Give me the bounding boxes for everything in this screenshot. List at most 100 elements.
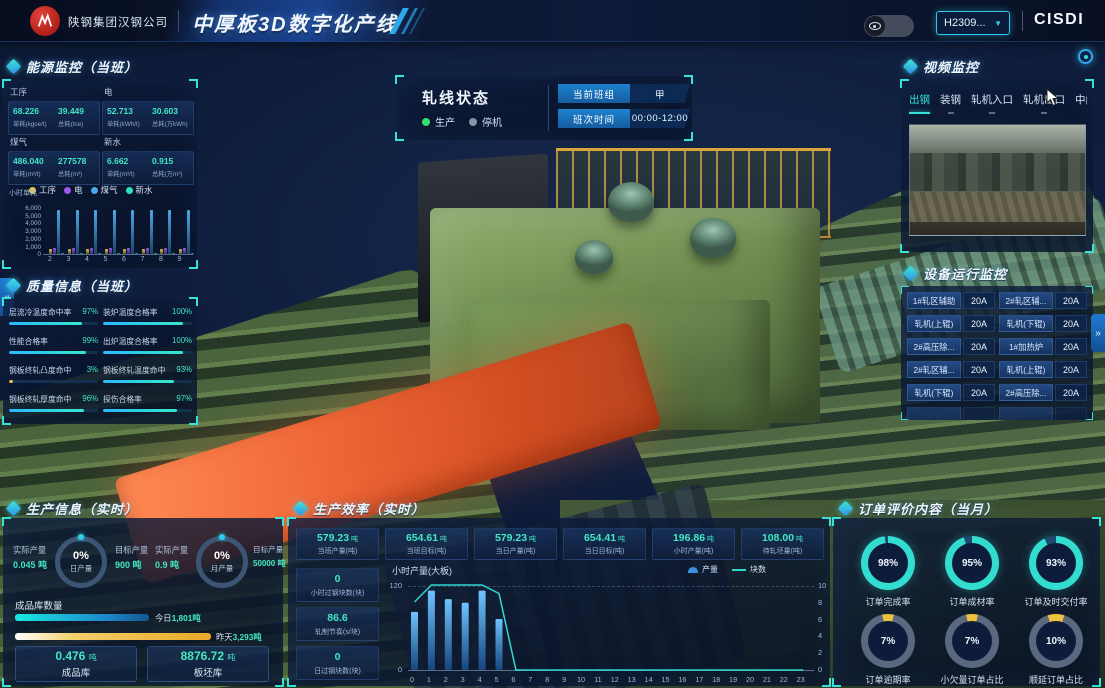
shift-time-pill: 班次时间 00:00-12:00 <box>558 109 690 128</box>
camera-feed-machinery <box>910 153 1085 191</box>
energy-group-name: 煤气 <box>10 136 100 148</box>
tab-indicator <box>989 112 995 114</box>
x-tick: 6 <box>116 256 132 263</box>
target-output-label: 目标产量 <box>253 544 283 555</box>
energy-value: 39.449 <box>58 106 97 116</box>
production-panel-title: 生产信息（实时） <box>8 499 138 517</box>
bar-煤气 <box>76 210 79 254</box>
slab-stock-card: 8876.72 吨 板坯库 <box>147 646 269 682</box>
cisdi-logo: CISDI <box>1034 11 1084 29</box>
x-axis-tick: 17 <box>691 675 707 684</box>
device-label: 2#轧区辅... <box>999 292 1053 309</box>
actual-output-value: 0.9 吨 <box>155 558 179 571</box>
eye-icon <box>865 16 885 36</box>
camera-tab-中间冷[interactable]: 中间冷 <box>1075 92 1087 114</box>
divider <box>548 85 549 131</box>
stat-label: 当班目标(吨) <box>386 546 467 556</box>
energy-bar-chart: 小时单耗 6,0005,0004,0003,0002,0001,00002345… <box>9 198 193 264</box>
stat-label: 当班产量(吨) <box>297 546 378 556</box>
x-axis-tick: 9 <box>556 675 572 684</box>
device-label: 轧机(上辊) <box>999 361 1053 378</box>
right-collapse-tab[interactable]: » <box>1091 314 1105 352</box>
visibility-toggle[interactable] <box>864 15 914 37</box>
energy-group: 工序 68.226 单耗(kgce/t) 39.449 总耗(tce) <box>8 86 100 135</box>
quality-panel-title: 质量信息（当班） <box>8 276 138 294</box>
production-panel: 实际产量 0.045 吨 0% 日产量 目标产量 900 吨 实际产量 0.9 … <box>3 518 283 686</box>
batch-select-dropdown[interactable]: H2309... ▼ <box>936 11 1010 35</box>
energy-chart-axis <box>43 254 193 255</box>
donut-value: 7% <box>868 621 908 661</box>
device-readout: 1#轧区辅助 20A <box>907 292 995 309</box>
device-readout: 2#轧区辅... 20A <box>907 361 995 378</box>
diamond-icon <box>293 500 309 516</box>
quality-progress-fill <box>103 380 174 383</box>
quality-progress-track <box>103 351 192 354</box>
stat-unit: 吨 <box>349 536 358 543</box>
device-panel: 1#轧区辅助 20A 2#轧区辅... 20A 轧机(上辊) 20A 轧机(下辊… <box>901 286 1093 420</box>
donut-label: 订单成材率 <box>924 595 1020 608</box>
x-axis-tick: 10 <box>573 675 589 684</box>
bar-新水 <box>172 253 175 255</box>
quality-progress-track <box>9 322 98 325</box>
x-axis-tick: 22 <box>776 675 792 684</box>
bar-煤气 <box>150 210 153 254</box>
stat-unit: 吨 <box>438 536 447 543</box>
energy-value-label: 总耗(万m³) <box>152 169 191 178</box>
quality-label: 出炉温度合格率 <box>103 336 158 347</box>
daily-output-gauge: 0% 日产量 <box>55 536 107 588</box>
quality-label: 钢板终轧凸度命中 <box>9 365 71 376</box>
hourly-bar <box>411 612 418 670</box>
energy-value: 6.662 <box>107 156 146 166</box>
stat-value: 0 <box>297 651 378 663</box>
energy-value-label: 单耗(m³/t) <box>107 169 146 178</box>
diamond-icon <box>838 500 854 516</box>
efficiency-stat: 579.23 吨 当日产量(吨) <box>474 528 557 560</box>
efficiency-stat: 579.23 吨 当班产量(吨) <box>296 528 379 560</box>
quality-value: 96% <box>82 394 98 405</box>
bar-工序 <box>86 249 89 254</box>
energy-value-label: 单耗(m³/t) <box>13 169 52 178</box>
hourly-bar <box>496 619 503 670</box>
efficiency-side-stat: 0 日过钢块数(块) <box>296 646 379 680</box>
x-axis-tick: 2 <box>438 675 454 684</box>
energy-value: 30.603 <box>152 106 191 116</box>
quality-label: 钢板终轧温度命中 <box>103 365 165 376</box>
header-divider <box>1022 11 1023 31</box>
efficiency-panel: 579.23 吨 当班产量(吨) 654.61 吨 当班目标(吨) 579.23… <box>288 518 830 686</box>
title-slash-decor <box>396 8 436 34</box>
quality-panel: 层流冷温度命中率 97% 装炉温度合格率 100% 性能合格率 99% 出炉温度… <box>3 298 197 424</box>
energy-value-label: 总耗(m³) <box>58 169 97 178</box>
panel-settings-button[interactable] <box>1078 49 1093 64</box>
donut-value: 93% <box>1036 543 1076 583</box>
x-axis-tick: 21 <box>759 675 775 684</box>
status-label-production: 生产 <box>435 114 455 129</box>
bar-新水 <box>80 253 83 255</box>
y-tick: 1,000 <box>11 244 41 251</box>
energy-value-label: 总耗(万kWh) <box>152 119 191 128</box>
diamond-icon <box>6 58 22 74</box>
quality-item: 装炉温度合格率 100% <box>103 307 192 325</box>
donut-value: 95% <box>952 543 992 583</box>
camera-feed-thumbnail[interactable] <box>909 124 1086 236</box>
header-bar: 陕钢集团汉钢公司 中厚板3D数字化产线 H2309... ▼ CISDI <box>0 0 1105 42</box>
company-logo <box>30 6 60 36</box>
quality-progress-fill <box>9 380 13 383</box>
video-panel: 出钢装钢轧机入口轧机出口中间冷电加热 <box>901 80 1093 252</box>
stock-title: 成品库数量 <box>15 598 63 612</box>
bar-group <box>123 210 138 254</box>
quality-label: 装炉温度合格率 <box>103 307 158 318</box>
stat-value: 0 <box>297 573 378 585</box>
bar-工序 <box>142 249 145 254</box>
energy-value: 277578 <box>58 156 97 166</box>
camera-tab-轧机入口[interactable]: 轧机入口 <box>971 92 1013 114</box>
camera-tab-装钢[interactable]: 装钢 <box>940 92 961 114</box>
camera-tab-出钢[interactable]: 出钢 <box>909 92 930 114</box>
donut-label: 小欠量订单占比 <box>924 673 1020 686</box>
hourly-bar <box>462 603 469 670</box>
quality-label: 性能合格率 <box>9 336 48 347</box>
actual-output-label: 实际产量 <box>155 544 188 556</box>
energy-panel: 工序 68.226 单耗(kgce/t) 39.449 总耗(tce) 电 52… <box>3 80 197 268</box>
shift-pill-label: 当前班组 <box>558 84 630 103</box>
donut-label: 订单完成率 <box>840 595 936 608</box>
bar-煤气 <box>113 210 116 254</box>
